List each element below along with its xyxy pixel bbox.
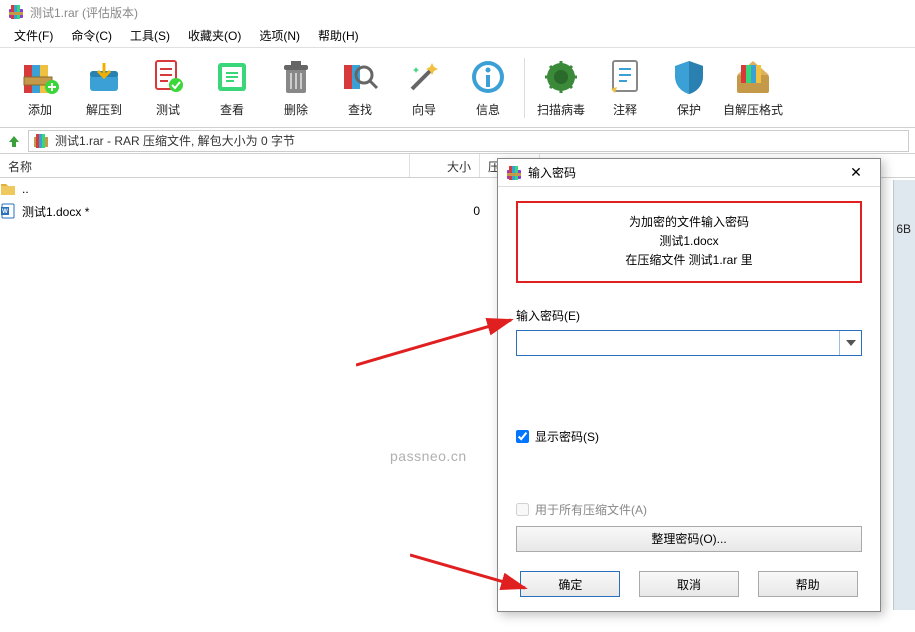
password-dialog: 输入密码 ✕ 为加密的文件输入密码 测试1.docx 在压缩文件 测试1.rar… <box>497 158 881 612</box>
toolbar-wizard-button[interactable]: 向导 <box>392 53 456 123</box>
winrar-icon <box>506 165 522 181</box>
dialog-info-line1: 为加密的文件输入密码 <box>528 213 850 232</box>
title-bar: 测试1.rar (评估版本) <box>0 0 915 24</box>
cancel-button[interactable]: 取消 <box>639 571 739 597</box>
info-icon <box>468 57 508 97</box>
dialog-title-bar: 输入密码 ✕ <box>498 159 880 187</box>
password-input-wrap <box>516 330 862 356</box>
view-icon <box>212 57 252 97</box>
toolbar-label: 自解压格式 <box>723 101 783 118</box>
toolbar-test-button[interactable]: 测试 <box>136 53 200 123</box>
wizard-icon <box>404 57 444 97</box>
toolbar-separator <box>524 58 525 118</box>
protect-icon <box>669 57 709 97</box>
menu-tools[interactable]: 工具(S) <box>122 24 178 47</box>
right-panel-strip <box>893 180 915 610</box>
toolbar-label: 删除 <box>284 101 308 118</box>
toolbar-label: 添加 <box>28 101 52 118</box>
menu-file[interactable]: 文件(F) <box>6 24 61 47</box>
file-name: 测试1.docx * <box>22 203 89 220</box>
delete-icon <box>276 57 316 97</box>
organize-passwords-button[interactable]: 整理密码(O)... <box>516 526 862 552</box>
dialog-info-line3: 在压缩文件 测试1.rar 里 <box>528 251 850 270</box>
toolbar-add-button[interactable]: 添加 <box>8 53 72 123</box>
up-level-icon[interactable] <box>6 133 22 149</box>
toolbar-find-button[interactable]: 查找 <box>328 53 392 123</box>
toolbar-extract-button[interactable]: 解压到 <box>72 53 136 123</box>
extract-icon <box>84 57 124 97</box>
toolbar-view-button[interactable]: 查看 <box>200 53 264 123</box>
toolbar-info-button[interactable]: 信息 <box>456 53 520 123</box>
dialog-info-line2: 测试1.docx <box>528 232 850 251</box>
show-password-label: 显示密码(S) <box>535 428 599 445</box>
all-archives-input <box>516 503 529 516</box>
dialog-info-box: 为加密的文件输入密码 测试1.docx 在压缩文件 测试1.rar 里 <box>516 201 862 283</box>
toolbar: 添加 解压到 测试 查看 删除 查找 向导 <box>0 48 915 128</box>
toolbar-comment-button[interactable]: 注释 <box>593 53 657 123</box>
ok-button[interactable]: 确定 <box>520 571 620 597</box>
comment-icon <box>605 57 645 97</box>
watermark-text: passneo.cn <box>390 448 467 464</box>
folder-icon <box>0 181 16 197</box>
help-button[interactable]: 帮助 <box>758 571 858 597</box>
find-icon <box>340 57 380 97</box>
toolbar-delete-button[interactable]: 删除 <box>264 53 328 123</box>
svg-text:W: W <box>2 209 8 215</box>
file-name: .. <box>22 182 29 196</box>
path-bar: 测试1.rar - RAR 压缩文件, 解包大小为 0 字节 <box>0 128 915 154</box>
toolbar-sfx-button[interactable]: 自解压格式 <box>721 53 785 123</box>
menu-commands[interactable]: 命令(C) <box>63 24 120 47</box>
scan-virus-icon <box>541 57 581 97</box>
all-archives-checkbox[interactable]: 用于所有压缩文件(A) <box>516 501 862 518</box>
column-name[interactable]: 名称 <box>0 154 410 177</box>
toolbar-label: 保护 <box>677 101 701 118</box>
file-size: 0 <box>410 204 480 218</box>
window-title: 测试1.rar (评估版本) <box>30 4 138 21</box>
menu-favorites[interactable]: 收藏夹(O) <box>180 24 249 47</box>
toolbar-label: 解压到 <box>86 101 122 118</box>
right-label: 6B <box>896 222 911 236</box>
winrar-icon <box>8 4 24 20</box>
toolbar-label: 向导 <box>412 101 436 118</box>
toolbar-label: 注释 <box>613 101 637 118</box>
menu-options[interactable]: 选项(N) <box>251 24 308 47</box>
toolbar-label: 查找 <box>348 101 372 118</box>
toolbar-label: 信息 <box>476 101 500 118</box>
toolbar-scan-button[interactable]: 扫描病毒 <box>529 53 593 123</box>
menu-bar: 文件(F) 命令(C) 工具(S) 收藏夹(O) 选项(N) 帮助(H) <box>0 24 915 48</box>
path-text[interactable]: 测试1.rar - RAR 压缩文件, 解包大小为 0 字节 <box>55 132 904 149</box>
password-label: 输入密码(E) <box>516 307 862 324</box>
sfx-icon <box>733 57 773 97</box>
show-password-checkbox[interactable]: 显示密码(S) <box>516 428 862 445</box>
dialog-title: 输入密码 <box>528 164 834 181</box>
toolbar-label: 测试 <box>156 101 180 118</box>
test-icon <box>148 57 188 97</box>
all-archives-label: 用于所有压缩文件(A) <box>535 501 647 518</box>
close-button[interactable]: ✕ <box>840 161 872 185</box>
toolbar-label: 扫描病毒 <box>537 101 585 118</box>
toolbar-protect-button[interactable]: 保护 <box>657 53 721 123</box>
add-icon <box>20 57 60 97</box>
toolbar-label: 查看 <box>220 101 244 118</box>
word-doc-icon: W <box>0 203 16 219</box>
menu-help[interactable]: 帮助(H) <box>310 24 367 47</box>
column-size[interactable]: 大小 <box>410 154 480 177</box>
password-dropdown[interactable] <box>839 331 861 355</box>
show-password-input[interactable] <box>516 430 529 443</box>
archive-icon <box>33 133 49 149</box>
password-input[interactable] <box>517 331 839 355</box>
